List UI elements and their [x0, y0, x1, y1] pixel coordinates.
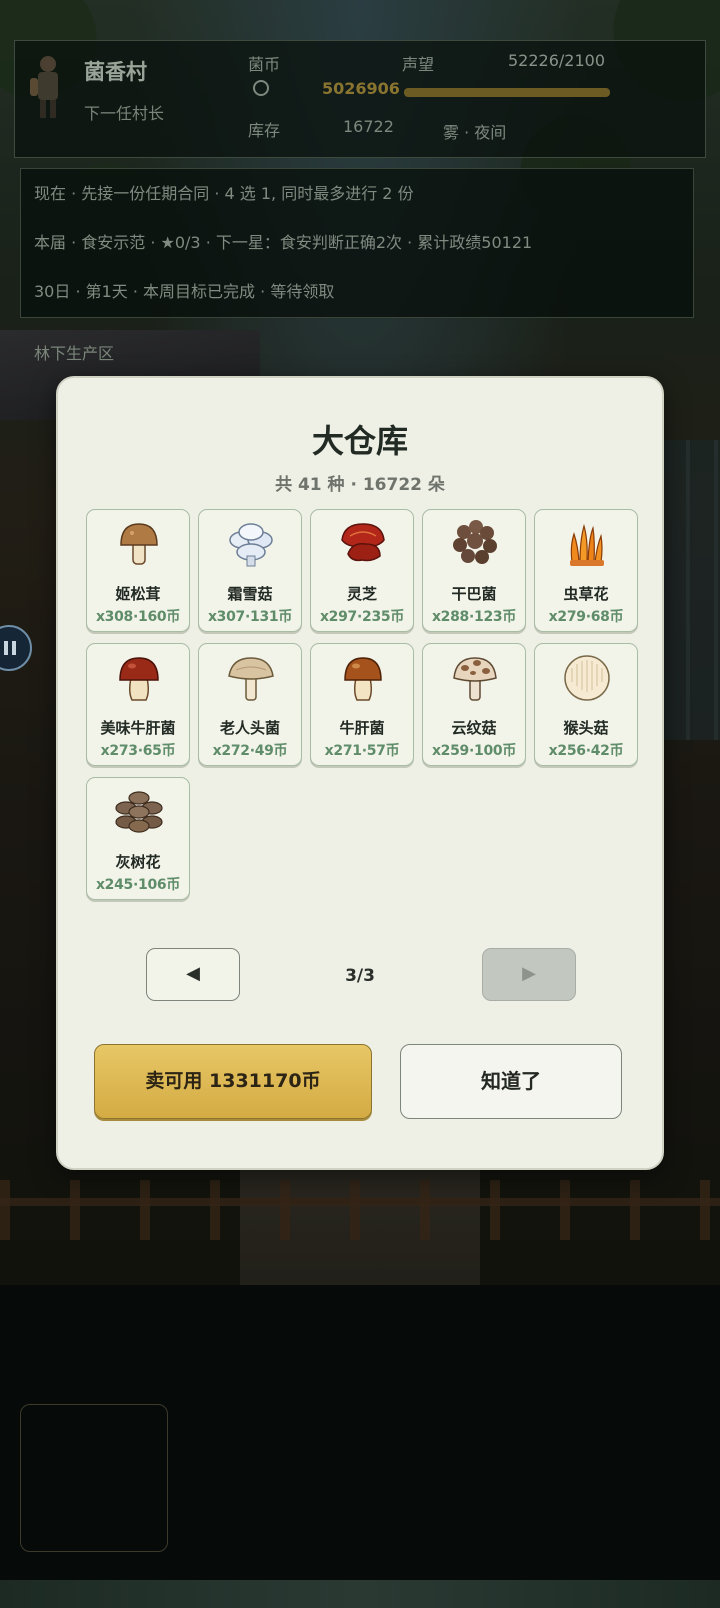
item-card[interactable]: 灵芝 x297·235币	[310, 509, 414, 632]
item-name: 猴头菇	[563, 719, 609, 737]
item-quantity-price: x256·42币	[548, 743, 624, 759]
item-quantity-price: x245·106币	[95, 877, 181, 893]
item-quantity-price: x272·49币	[212, 743, 288, 759]
item-grid: 姬松茸 x308·160币 霜雪菇 x307·131币 灵芝 x297·235币	[86, 509, 638, 900]
white-cluster-mushroom-icon	[229, 523, 273, 567]
sell-all-button[interactable]: 卖可用 1331170币	[94, 1044, 372, 1119]
item-quantity-price: x259·100币	[431, 743, 517, 759]
item-card[interactable]: 牛肝菌 x271·57币	[310, 643, 414, 766]
item-name: 灰树花	[115, 853, 161, 871]
coin-value: 5026906	[322, 79, 400, 98]
info-line-term: 本届 · 食安示范 · ★0/3 · 下一星：食安判断正确2次 · 累计政绩50…	[34, 233, 533, 252]
lions-mane-icon	[564, 655, 610, 701]
coin-icon	[253, 80, 269, 96]
pause-icon-bar-left	[4, 641, 8, 655]
bolete-icon	[344, 657, 382, 701]
tan-cap-mushroom-icon	[228, 657, 274, 701]
red-bolete-icon	[119, 657, 159, 701]
zone-label: 林下生产区	[34, 344, 115, 363]
item-quantity-price: x279·68币	[548, 609, 624, 625]
item-quantity-price: x288·123币	[431, 609, 517, 625]
item-card[interactable]: 美味牛肝菌 x273·65币	[86, 643, 190, 766]
item-quantity-price: x308·160币	[95, 609, 181, 625]
spotted-cap-mushroom-icon	[453, 657, 497, 701]
cordyceps-icon	[570, 523, 604, 566]
weather-time: 雾 · 夜间	[443, 123, 507, 142]
item-name: 牛肝菌	[339, 719, 385, 737]
item-name: 霜雪菇	[227, 585, 273, 603]
item-quantity-price: x307·131币	[207, 609, 293, 625]
item-card[interactable]: 霜雪菇 x307·131币	[198, 509, 302, 632]
modal-title: 大仓库	[311, 422, 408, 460]
coral-brown-fungus-icon	[453, 520, 497, 564]
coin-label: 菌币	[248, 55, 281, 74]
item-quantity-price: x297·235币	[319, 609, 405, 625]
maitake-icon	[115, 791, 163, 833]
stock-label: 库存	[248, 121, 281, 140]
brown-cap-mushroom-icon	[120, 523, 158, 565]
player-role: 下一任村长	[84, 104, 165, 123]
item-name: 灵芝	[346, 585, 377, 603]
bottom-item-slot[interactable]	[20, 1404, 168, 1552]
reputation-progress-fill	[404, 88, 610, 97]
item-card[interactable]: 虫草花 x279·68币	[534, 509, 638, 632]
village-chief-avatar-icon	[30, 56, 58, 118]
item-name: 老人头菌	[219, 719, 280, 737]
item-quantity-price: x271·57币	[324, 743, 400, 759]
reputation-label: 声望	[402, 55, 435, 74]
item-name: 美味牛肝菌	[100, 719, 176, 737]
warehouse-modal: 大仓库 共 41 种 · 16722 朵 姬松茸 x308·160币 霜雪菇 x…	[56, 376, 664, 1170]
modal-summary: 共 41 种 · 16722 朵	[275, 475, 445, 495]
stock-value: 16722	[343, 117, 394, 136]
acknowledge-button[interactable]: 知道了	[400, 1044, 622, 1119]
info-line-contract: 现在 · 先接一份任期合同 · 4 选 1, 同时最多进行 2 份	[34, 184, 414, 203]
item-quantity-price: x273·65币	[100, 743, 176, 759]
reputation-value: 52226/2100	[508, 51, 606, 70]
item-card[interactable]: 老人头菌 x272·49币	[198, 643, 302, 766]
item-name: 云纹菇	[451, 719, 497, 737]
info-line-day: 30日 · 第1天 · 本周目标已完成 · 等待领取	[34, 282, 335, 301]
bottom-scene-strip	[0, 1580, 720, 1608]
village-name: 菌香村	[84, 60, 147, 84]
item-name: 姬松茸	[115, 585, 161, 603]
next-page-button[interactable]: ▶	[482, 948, 576, 1001]
item-name: 干巴菌	[451, 585, 497, 603]
item-card[interactable]: 灰树花 x245·106币	[86, 777, 190, 900]
reputation-progress-bar	[404, 88, 610, 97]
item-card[interactable]: 姬松茸 x308·160币	[86, 509, 190, 632]
item-card[interactable]: 云纹菇 x259·100币	[422, 643, 526, 766]
item-card[interactable]: 猴头菇 x256·42币	[534, 643, 638, 766]
pause-icon-bar-right	[12, 641, 16, 655]
item-name: 虫草花	[563, 585, 609, 603]
item-card[interactable]: 干巴菌 x288·123币	[422, 509, 526, 632]
reishi-icon	[341, 523, 385, 562]
